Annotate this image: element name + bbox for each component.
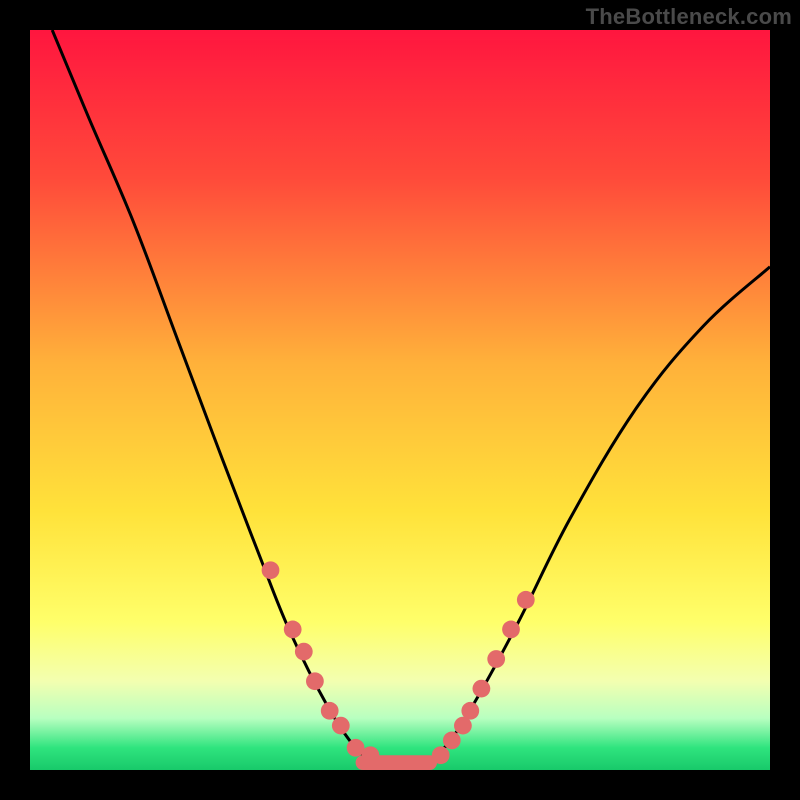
data-marker: [306, 672, 324, 690]
data-marker: [284, 621, 302, 639]
data-marker: [332, 717, 350, 735]
data-marker: [262, 561, 280, 579]
data-marker: [295, 643, 313, 661]
data-marker: [461, 702, 479, 720]
data-marker: [487, 650, 505, 668]
data-marker: [517, 591, 535, 609]
data-marker: [321, 702, 339, 720]
plot-area: [30, 30, 770, 770]
data-marker: [473, 680, 491, 698]
chart-frame: TheBottleneck.com: [0, 0, 800, 800]
data-marker: [443, 732, 461, 750]
watermark-text: TheBottleneck.com: [586, 4, 792, 30]
flat-minimum-bar: [356, 755, 437, 770]
data-marker: [502, 621, 520, 639]
gradient-background: [30, 30, 770, 770]
bottleneck-curve-chart: [30, 30, 770, 770]
